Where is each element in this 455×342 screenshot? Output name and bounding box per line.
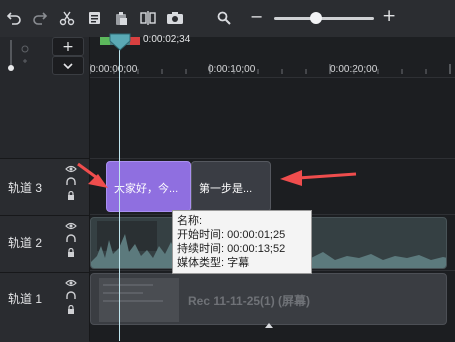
current-time: 0:00:02;34 (143, 34, 191, 45)
right-annotation-arrow (280, 170, 357, 186)
eye-icon[interactable] (65, 279, 77, 287)
zoom-in-button[interactable]: + (382, 6, 396, 26)
headphones-icon[interactable] (66, 177, 76, 187)
magnify-icon (20, 43, 30, 73)
toolbar: − + (0, 0, 455, 38)
clip-label: 大家好，今... (114, 183, 179, 195)
zoom-slider-handle[interactable] (310, 12, 322, 24)
tooltip-start-time: 开始时间: 00:00:01;25 (177, 229, 286, 241)
lock-icon[interactable] (67, 248, 75, 257)
tooltip-name: 名称: (177, 215, 203, 227)
clip-tooltip: 名称: 开始时间: 00:00:01;25 持续时间: 00:00:13;52 … (172, 210, 312, 274)
zoom-slider-track[interactable] (274, 17, 374, 20)
zoom-icon[interactable] (214, 8, 234, 28)
snapshot-icon[interactable] (165, 8, 185, 28)
track-label: 轨道 1 (8, 292, 43, 306)
undo-icon[interactable] (4, 8, 24, 28)
cut-icon[interactable] (57, 8, 77, 28)
playhead-handle[interactable] (109, 33, 131, 51)
redo-icon[interactable] (30, 8, 50, 28)
track-lane-1[interactable]: Rec 11-11-25(1) (屏幕) (90, 270, 455, 342)
empty-lane (90, 77, 455, 158)
track-header-1[interactable]: 轨道 1 (0, 272, 89, 342)
zoom-out-button[interactable]: − (250, 7, 263, 26)
track-label: 轨道 3 (8, 181, 43, 195)
lock-icon[interactable] (67, 305, 75, 314)
collapse-button[interactable] (52, 56, 84, 75)
copy-icon[interactable] (84, 8, 104, 28)
caption-clip-2[interactable]: 第一步是... (191, 161, 271, 212)
lock-icon[interactable] (67, 191, 75, 200)
clip-label: Rec 11-11-25(1) (屏幕) (188, 294, 311, 308)
ruler-ticks (90, 64, 451, 74)
playhead-line (119, 48, 120, 341)
clip-label: 第一步是... (199, 183, 253, 195)
expand-arrow-icon[interactable] (264, 314, 274, 333)
headphones-icon[interactable] (66, 291, 76, 301)
tooltip-media-type: 媒体类型: 字幕 (177, 257, 250, 269)
clip-thumbnail (99, 278, 179, 322)
track-lane-3[interactable]: 大家好，今... 第一步是... (90, 158, 455, 215)
paste-icon[interactable] (111, 8, 131, 28)
add-track-button[interactable]: + (52, 37, 84, 56)
headphones-icon[interactable] (66, 234, 76, 244)
eye-icon[interactable] (65, 222, 77, 230)
split-icon[interactable] (138, 8, 158, 28)
tooltip-duration: 持续时间: 00:00:13;52 (177, 243, 286, 255)
track-height-slider[interactable] (8, 40, 14, 72)
left-annotation-arrow (77, 162, 108, 188)
track-header-2[interactable]: 轨道 2 (0, 215, 89, 272)
selection-end-marker[interactable] (130, 37, 140, 45)
track-label: 轨道 2 (8, 236, 43, 250)
